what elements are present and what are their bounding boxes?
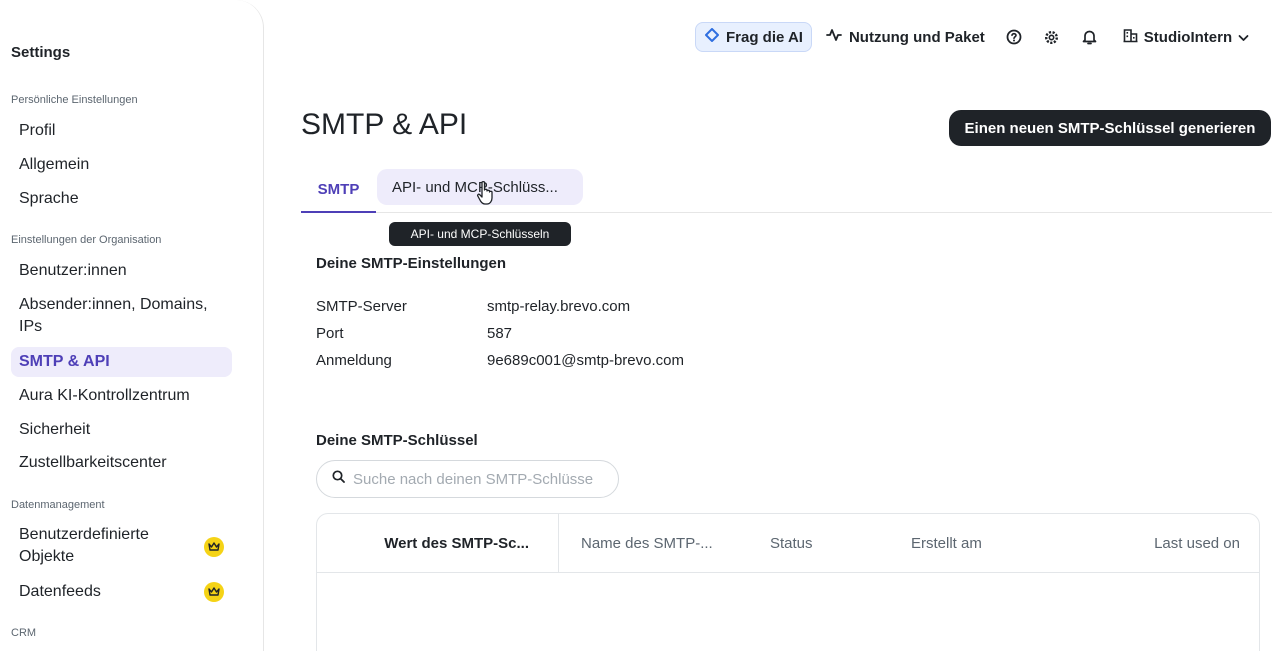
ask-ai-label: Frag die AI bbox=[726, 28, 803, 46]
smtp-server-value: smtp-relay.brevo.com bbox=[487, 298, 631, 315]
sidebar-section-data-management: Datenmanagement bbox=[11, 499, 105, 511]
column-header-key-value[interactable]: Wert des SMTP-Sc... bbox=[317, 514, 559, 573]
sidebar-section-organization: Einstellungen der Organisation bbox=[11, 234, 162, 246]
chevron-down-icon bbox=[1238, 29, 1249, 46]
sidebar-item-smtp-api[interactable]: SMTP & API bbox=[11, 347, 232, 377]
column-header-key-name[interactable]: Name des SMTP-... bbox=[581, 514, 713, 573]
page-title: SMTP & API bbox=[301, 108, 468, 141]
search-icon bbox=[332, 470, 345, 488]
bell-icon[interactable] bbox=[1081, 28, 1099, 46]
sidebar-item-security[interactable]: Sicherheit bbox=[11, 418, 232, 442]
sidebar-title: Settings bbox=[11, 44, 71, 61]
search-input[interactable] bbox=[353, 470, 613, 488]
sidebar-item-aura-ai-control-center[interactable]: Aura KI-Kontrollzentrum bbox=[11, 384, 232, 408]
organization-switcher[interactable]: StudioIntern bbox=[1123, 28, 1249, 47]
smtp-settings-heading: Deine SMTP-Einstellungen bbox=[316, 255, 507, 272]
sidebar-item-users[interactable]: Benutzer:innen bbox=[11, 259, 232, 283]
port-label: Port bbox=[316, 325, 344, 342]
usage-and-plan-link[interactable]: Nutzung und Paket bbox=[826, 28, 985, 46]
settings-sidebar: Settings Persönliche Einstellungen Profi… bbox=[0, 0, 264, 651]
tab-tooltip: API- und MCP-Schlüsseln bbox=[389, 222, 571, 246]
crown-icon bbox=[204, 582, 224, 602]
building-icon bbox=[1123, 28, 1138, 47]
sidebar-item-label: Datenfeeds bbox=[19, 583, 101, 600]
org-name: StudioIntern bbox=[1143, 28, 1233, 46]
sidebar-section-personal: Persönliche Einstellungen bbox=[11, 94, 138, 106]
column-header-created-at[interactable]: Erstellt am bbox=[911, 514, 982, 573]
port-value: 587 bbox=[487, 325, 513, 342]
sidebar-item-custom-objects[interactable]: Benutzerdefinierte Objekte bbox=[11, 524, 232, 570]
tab-bar: SMTP API- und MCP-Schlüss... bbox=[301, 168, 1272, 213]
smtp-server-label: SMTP-Server bbox=[316, 298, 407, 315]
top-bar: Frag die AI Nutzung und Paket StudioInte… bbox=[695, 22, 1249, 52]
hand-cursor-icon bbox=[477, 180, 493, 205]
sidebar-item-general[interactable]: Allgemein bbox=[11, 153, 232, 177]
ask-ai-button[interactable]: Frag die AI bbox=[695, 22, 812, 52]
column-header-last-used[interactable]: Last used on bbox=[1154, 514, 1240, 573]
sidebar-item-data-feeds[interactable]: Datenfeeds bbox=[11, 580, 232, 604]
sidebar-item-senders-domains-ips[interactable]: Absender:innen, Domains, IPs bbox=[11, 294, 232, 338]
help-icon[interactable] bbox=[1005, 28, 1023, 46]
sidebar-item-label: Benutzerdefinierte Objekte bbox=[19, 526, 149, 565]
table-header: Wert des SMTP-Sc... Name des SMTP-... St… bbox=[317, 514, 1259, 573]
crown-icon bbox=[204, 537, 224, 557]
usage-label: Nutzung und Paket bbox=[848, 28, 985, 46]
sidebar-item-profile[interactable]: Profil bbox=[11, 119, 232, 143]
smtp-key-search bbox=[316, 460, 619, 498]
column-header-status[interactable]: Status bbox=[770, 514, 813, 573]
smtp-keys-table: Wert des SMTP-Sc... Name des SMTP-... St… bbox=[316, 513, 1260, 651]
sidebar-item-deliverability-center[interactable]: Zustellbarkeitscenter bbox=[11, 451, 232, 475]
smtp-keys-heading: Deine SMTP-Schlüssel bbox=[316, 432, 478, 449]
gear-icon[interactable] bbox=[1043, 28, 1061, 46]
sidebar-section-crm: CRM bbox=[11, 627, 37, 639]
activity-icon bbox=[826, 28, 842, 46]
ai-diamond-icon bbox=[705, 28, 719, 46]
generate-smtp-key-button[interactable]: Einen neuen SMTP-Schlüssel generieren bbox=[949, 110, 1271, 146]
login-value: 9e689c001@smtp-brevo.com bbox=[487, 352, 684, 369]
sidebar-item-language[interactable]: Sprache bbox=[11, 187, 232, 211]
tab-smtp[interactable]: SMTP bbox=[301, 168, 376, 213]
login-label: Anmeldung bbox=[316, 352, 392, 369]
